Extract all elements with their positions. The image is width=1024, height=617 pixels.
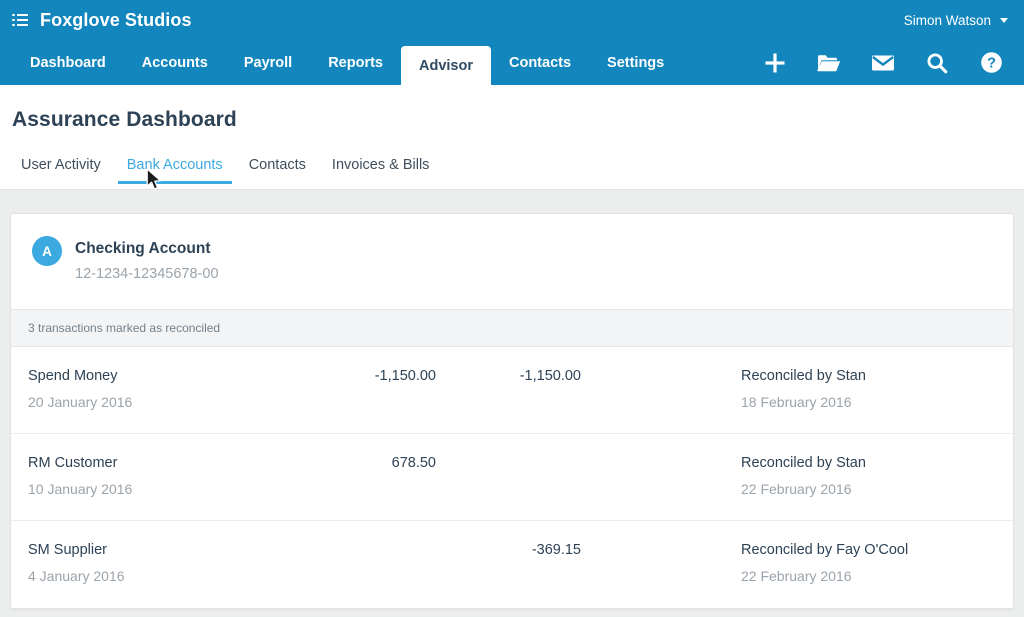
subtab-invoices-bills[interactable]: Invoices & Bills: [319, 157, 443, 184]
page-title: Assurance Dashboard: [12, 108, 237, 132]
transaction-amount-primary: -1,150.00: [261, 368, 436, 384]
transaction-description: Spend Money: [28, 368, 117, 384]
nav-tab-accounts[interactable]: Accounts: [124, 40, 226, 85]
brand-name: Foxglove Studios: [40, 10, 192, 31]
nav-tab-contacts[interactable]: Contacts: [491, 40, 589, 85]
transaction-reconciled-by: Reconciled by Stan: [741, 455, 866, 471]
transaction-reconciled-by: Reconciled by Fay O'Cool: [741, 542, 908, 558]
sub-tabs: User Activity Bank Accounts Contacts Inv…: [8, 157, 442, 184]
transaction-amount-primary: 678.50: [261, 455, 436, 471]
account-name[interactable]: Checking Account: [75, 240, 211, 258]
nav-tab-settings[interactable]: Settings: [589, 40, 682, 85]
transaction-reconciled-date: 22 February 2016: [741, 481, 852, 497]
header-divider: [0, 189, 1024, 190]
transaction-date: 10 January 2016: [28, 481, 132, 497]
help-icon[interactable]: ?: [964, 40, 1018, 85]
bank-account-card: A Checking Account 12-1234-12345678-00 3…: [10, 213, 1014, 609]
nav-tab-reports[interactable]: Reports: [310, 40, 401, 85]
account-header: A Checking Account 12-1234-12345678-00: [11, 214, 1013, 309]
nav-tab-advisor[interactable]: Advisor: [401, 46, 491, 85]
reconciled-banner: 3 transactions marked as reconciled: [11, 309, 1013, 347]
main-nav: Dashboard Accounts Payroll Reports Advis…: [0, 40, 1024, 85]
avatar: A: [32, 236, 62, 266]
brand-bar: Foxglove Studios Simon Watson: [0, 0, 1024, 40]
transaction-reconciled-date: 22 February 2016: [741, 568, 852, 584]
transaction-description: SM Supplier: [28, 542, 107, 558]
transaction-reconciled-date: 18 February 2016: [741, 394, 852, 410]
list-icon[interactable]: [12, 14, 28, 27]
transaction-description: RM Customer: [28, 455, 117, 471]
subtab-user-activity[interactable]: User Activity: [8, 157, 114, 184]
table-row[interactable]: RM Customer 10 January 2016 678.50 Recon…: [11, 434, 1013, 521]
envelope-icon[interactable]: [856, 40, 910, 85]
folder-icon[interactable]: [802, 40, 856, 85]
account-number: 12-1234-12345678-00: [75, 266, 219, 282]
table-row[interactable]: Spend Money 20 January 2016 -1,150.00 -1…: [11, 347, 1013, 434]
transaction-reconciled-by: Reconciled by Stan: [741, 368, 866, 384]
transaction-amount-secondary: -369.15: [411, 542, 581, 558]
nav-tab-dashboard[interactable]: Dashboard: [12, 40, 124, 85]
user-menu[interactable]: Simon Watson: [904, 0, 1008, 40]
user-name-label: Simon Watson: [904, 13, 991, 28]
svg-text:?: ?: [987, 56, 996, 72]
main-nav-icons: ?: [748, 40, 1018, 85]
search-icon[interactable]: [910, 40, 964, 85]
transaction-date: 20 January 2016: [28, 394, 132, 410]
transaction-date: 4 January 2016: [28, 568, 125, 584]
chevron-down-icon: [1000, 18, 1008, 23]
brand-left-group: Foxglove Studios: [12, 0, 192, 40]
main-nav-tabs: Dashboard Accounts Payroll Reports Advis…: [12, 40, 682, 85]
table-row[interactable]: SM Supplier 4 January 2016 -369.15 Recon…: [11, 521, 1013, 608]
subtab-contacts[interactable]: Contacts: [236, 157, 319, 184]
app-root: Foxglove Studios Simon Watson Dashboard …: [0, 0, 1024, 617]
transaction-amount-secondary: -1,150.00: [411, 368, 581, 384]
subtab-bank-accounts[interactable]: Bank Accounts: [114, 157, 236, 184]
page-header: Assurance Dashboard User Activity Bank A…: [0, 85, 1024, 190]
plus-icon[interactable]: [748, 40, 802, 85]
nav-tab-payroll[interactable]: Payroll: [226, 40, 310, 85]
